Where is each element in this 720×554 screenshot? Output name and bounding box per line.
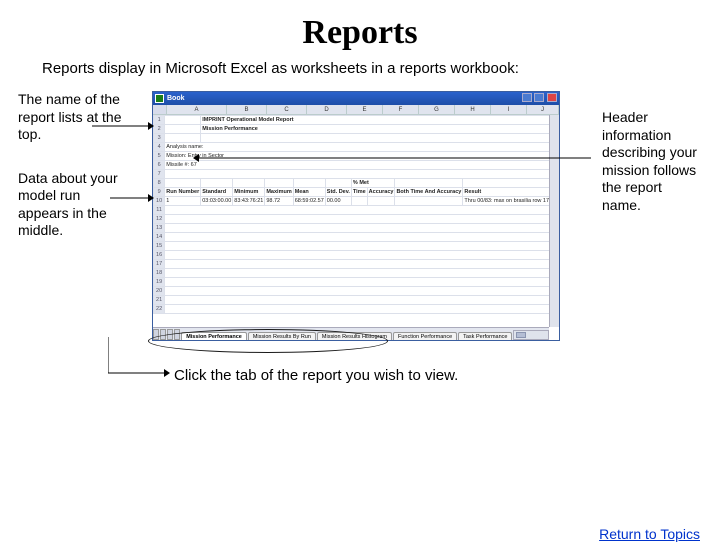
- sheet-tabs-bar: Mission Performance Mission Results By R…: [153, 327, 549, 340]
- tab-mission-results-histogram[interactable]: Mission Results Histogram: [317, 332, 392, 340]
- cell-m3[interactable]: 98.72: [265, 197, 293, 206]
- page-title: Reports: [0, 14, 720, 52]
- hdr-0[interactable]: Run Number: [165, 188, 201, 197]
- hdr-8[interactable]: Both Time And Accuracy: [395, 188, 463, 197]
- col-B[interactable]: B: [227, 105, 267, 114]
- hdr-5[interactable]: Std. Dev.: [325, 188, 351, 197]
- cell-header-1[interactable]: Mission: Entry in Sector: [165, 152, 559, 161]
- cell-header-0[interactable]: Analysis name:: [165, 143, 559, 152]
- annotation-tabs: Click the tab of the report you wish to …: [174, 367, 458, 384]
- close-button[interactable]: [547, 93, 557, 102]
- maximize-button[interactable]: [534, 93, 544, 102]
- col-J[interactable]: J: [527, 105, 559, 114]
- titlebar: Book: [153, 92, 559, 105]
- hdr-3[interactable]: Maximum: [265, 188, 293, 197]
- cell-m1[interactable]: 03:03:00.00: [201, 197, 233, 206]
- hdr-6[interactable]: Time: [351, 188, 367, 197]
- vertical-scrollbar[interactable]: [549, 115, 559, 327]
- col-D[interactable]: D: [307, 105, 347, 114]
- hdr-4[interactable]: Mean: [293, 188, 325, 197]
- cell-pct-met[interactable]: % Met: [351, 179, 395, 188]
- col-C[interactable]: C: [267, 105, 307, 114]
- tab-nav-prev[interactable]: [160, 329, 166, 340]
- arrow-tabs-callout: [108, 337, 170, 379]
- cell-m5[interactable]: 00.00: [325, 197, 351, 206]
- cell-report-title-2[interactable]: Mission Performance: [201, 125, 559, 134]
- col-A[interactable]: A: [167, 105, 227, 114]
- annotation-data-middle: Data about your model run appears in the…: [18, 170, 134, 240]
- annotation-header-info: Header information describing your missi…: [602, 109, 702, 214]
- window-controls: [521, 93, 557, 104]
- intro-text: Reports display in Microsoft Excel as wo…: [42, 60, 720, 77]
- excel-window: Book A B C D E F G H I J 1 IMPRINT Operat…: [152, 91, 560, 341]
- cell-m7[interactable]: [367, 197, 395, 206]
- tab-nav-first[interactable]: [153, 329, 159, 340]
- cell-report-title-1[interactable]: IMPRINT Operational Model Report: [201, 116, 559, 125]
- cell-m9[interactable]: Thru 00/83: max on brasilia row 170%: [463, 197, 559, 206]
- col-G[interactable]: G: [419, 105, 455, 114]
- tab-task-performance[interactable]: Task Performance: [458, 332, 512, 340]
- cell-m2[interactable]: 83:43:76:21: [233, 197, 265, 206]
- cell-m8[interactable]: [395, 197, 463, 206]
- window-title: Book: [167, 95, 185, 102]
- annotation-report-name: The name of the report lists at the top.: [18, 91, 134, 144]
- tab-mission-performance[interactable]: Mission Performance: [181, 332, 247, 340]
- tab-nav-last[interactable]: [174, 329, 180, 340]
- tab-nav-next[interactable]: [167, 329, 173, 340]
- col-I[interactable]: I: [491, 105, 527, 114]
- cell-m0[interactable]: 1: [165, 197, 201, 206]
- minimize-button[interactable]: [522, 93, 532, 102]
- left-annotations: The name of the report lists at the top.…: [18, 91, 134, 266]
- col-E[interactable]: E: [347, 105, 383, 114]
- hdr-2[interactable]: Minimum: [233, 188, 265, 197]
- col-F[interactable]: F: [383, 105, 419, 114]
- col-H[interactable]: H: [455, 105, 491, 114]
- spreadsheet-grid[interactable]: 1IMPRINT Operational Model Report 2Missi…: [153, 115, 559, 327]
- tab-function-performance[interactable]: Function Performance: [393, 332, 457, 340]
- column-headers: A B C D E F G H I J: [153, 105, 559, 115]
- cell-m6[interactable]: [351, 197, 367, 206]
- excel-icon: [155, 94, 164, 103]
- right-annotation: Header information describing your missi…: [602, 109, 702, 214]
- cell-m4[interactable]: 68:59:02.57: [293, 197, 325, 206]
- tab-mission-results-by-run[interactable]: Mission Results By Run: [248, 332, 316, 340]
- hdr-7[interactable]: Accuracy: [367, 188, 395, 197]
- cell-header-2[interactable]: Missile #: 67: [165, 161, 559, 170]
- hdr-10[interactable]: Result: [463, 188, 559, 197]
- hdr-1[interactable]: Standard: [201, 188, 233, 197]
- horizontal-scrollbar[interactable]: [513, 330, 549, 340]
